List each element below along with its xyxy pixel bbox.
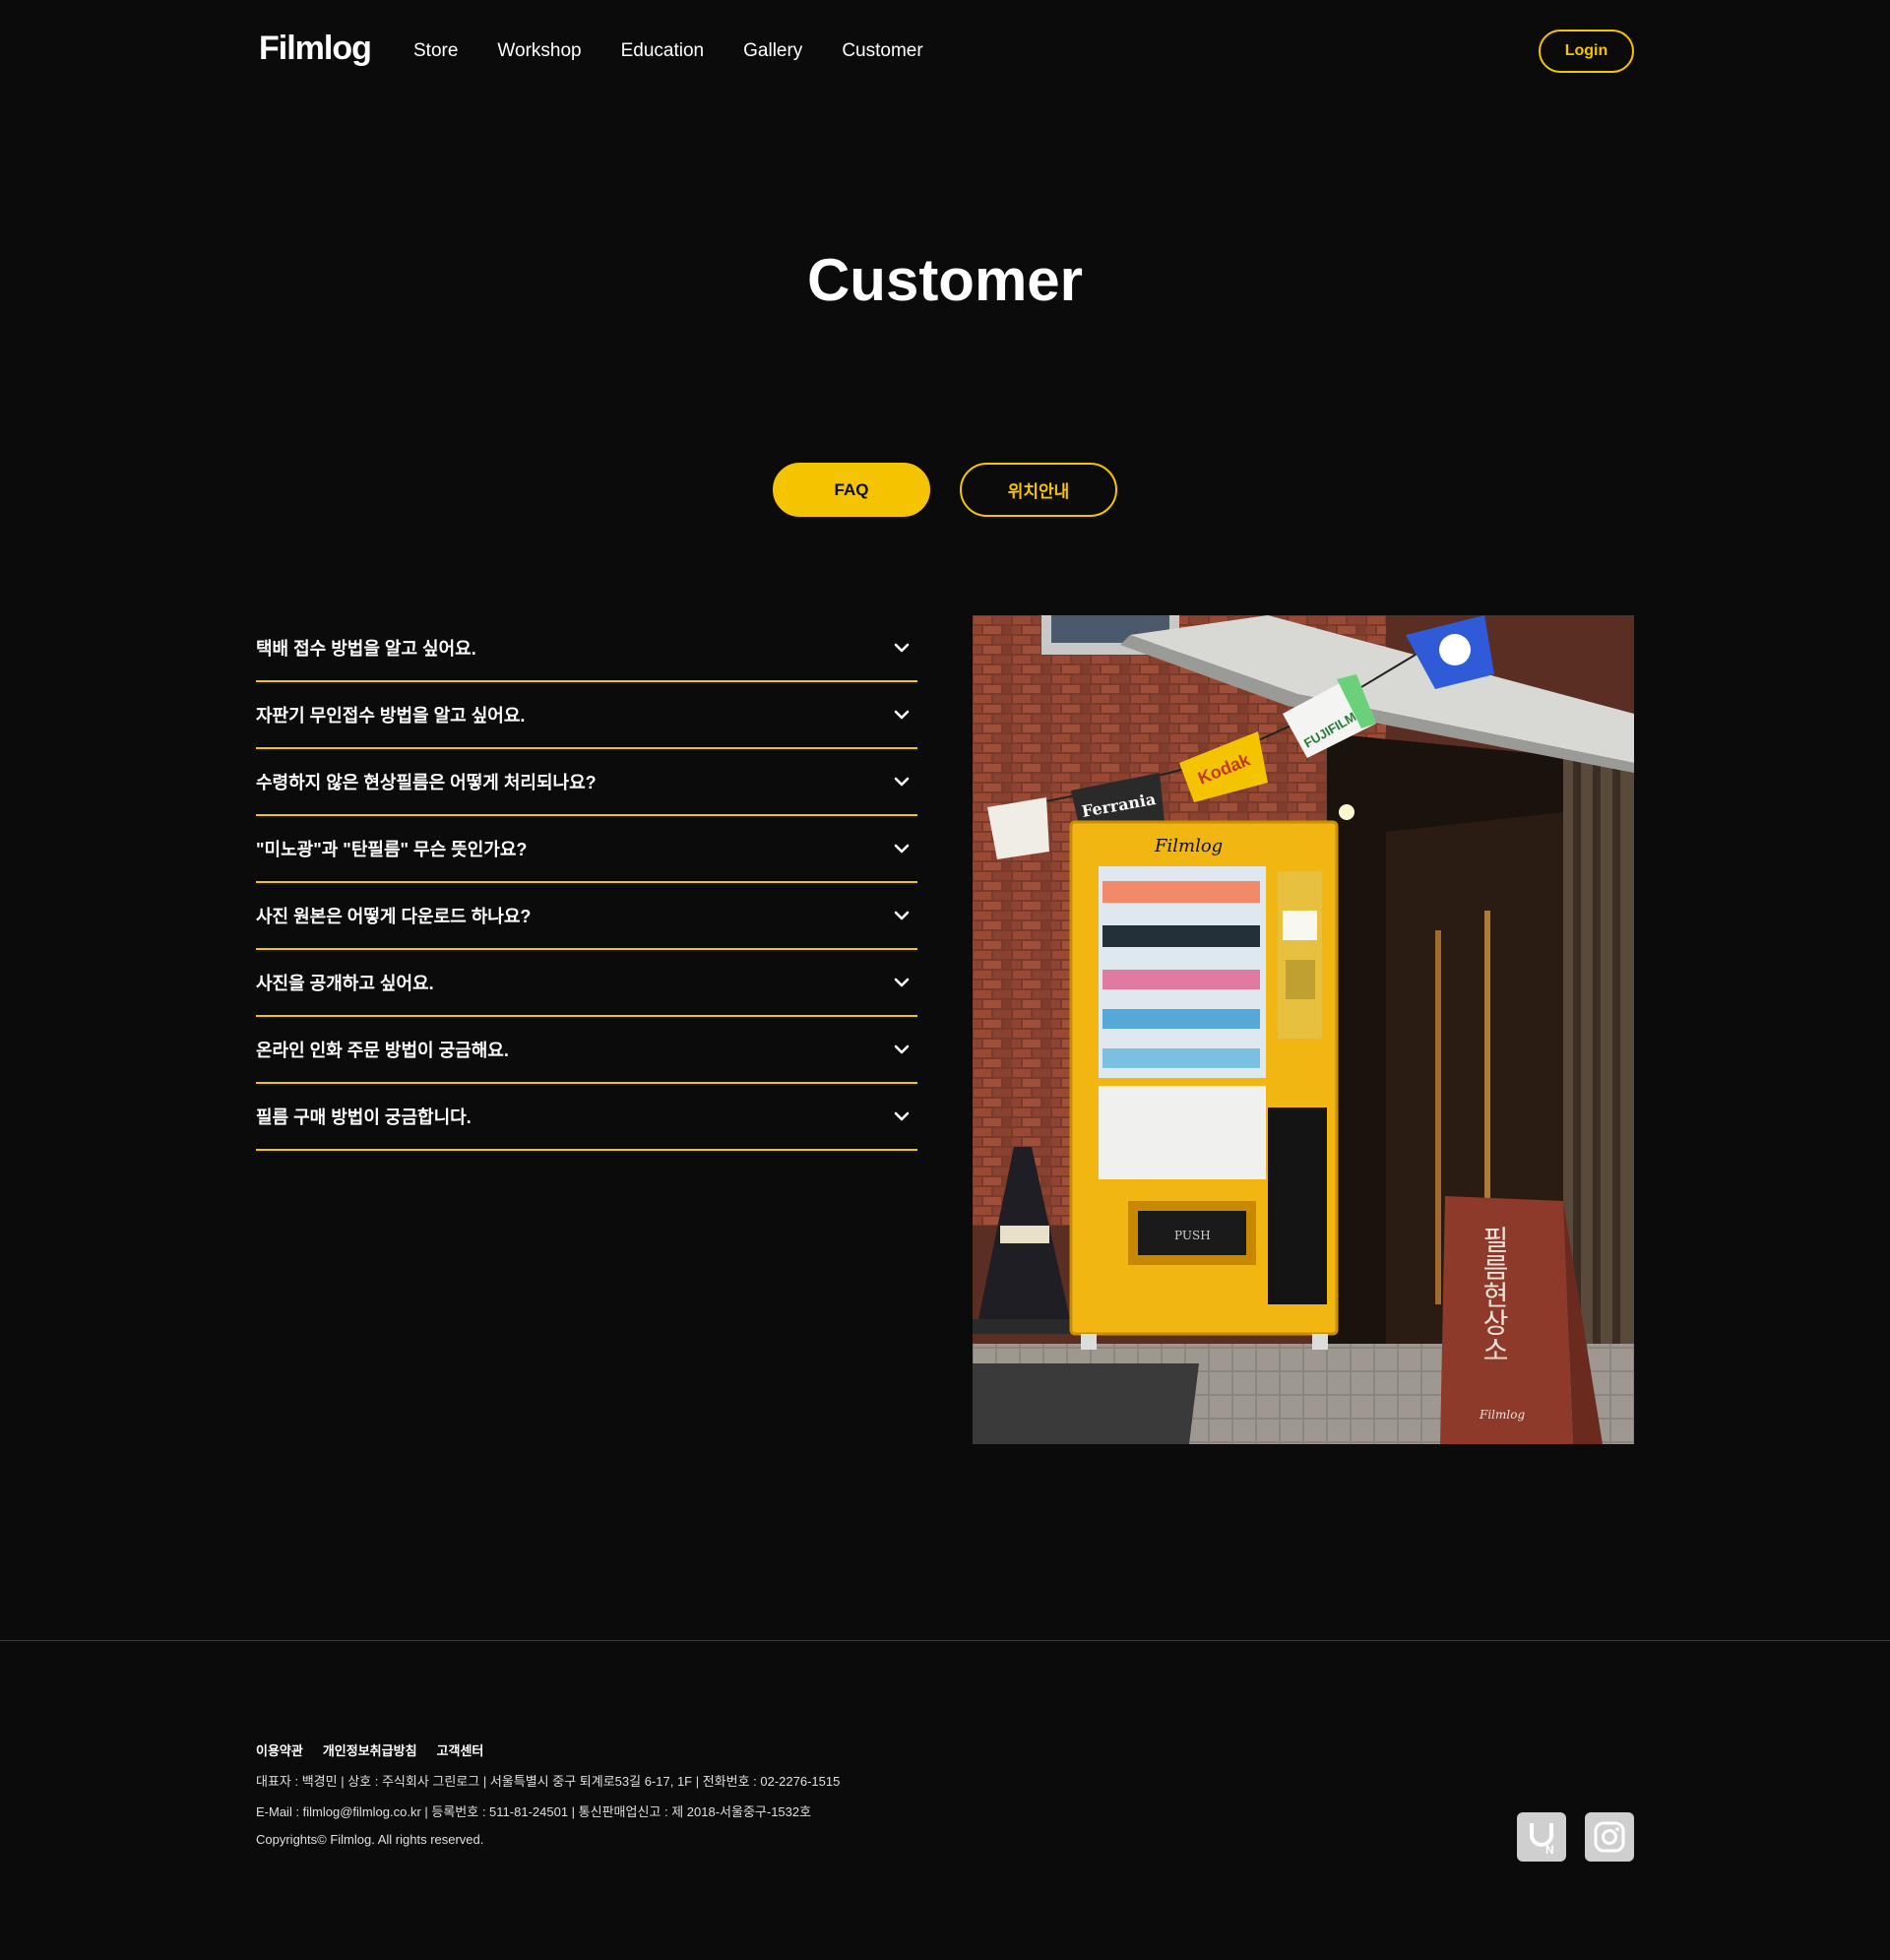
chevron-down-icon bbox=[894, 911, 910, 920]
chevron-down-icon bbox=[894, 978, 910, 987]
instagram-link[interactable] bbox=[1585, 1812, 1634, 1862]
naver-store-icon: N bbox=[1530, 1823, 1554, 1857]
faq-item[interactable]: 사진을 공개하고 싶어요. bbox=[256, 950, 917, 1017]
naver-store-link[interactable]: N bbox=[1517, 1812, 1566, 1862]
faq-question: 온라인 인화 주문 방법이 궁금해요. bbox=[256, 1041, 509, 1060]
nav-gallery[interactable]: Gallery bbox=[743, 37, 802, 65]
faq-item[interactable]: 자판기 무인접수 방법을 알고 싶어요. bbox=[256, 682, 917, 749]
chevron-down-icon bbox=[894, 710, 910, 720]
login-button[interactable]: Login bbox=[1539, 30, 1634, 73]
faq-item[interactable]: "미노광"과 "탄필름" 무슨 뜻인가요? bbox=[256, 816, 917, 883]
sign-logo: Filmlog bbox=[1479, 1408, 1525, 1422]
page-title: Customer bbox=[806, 247, 1084, 313]
faq-item[interactable]: 수령하지 않은 현상필름은 어떻게 처리되나요? bbox=[256, 749, 917, 816]
footer-link-support[interactable]: 고객센터 bbox=[437, 1740, 484, 1759]
nav-education[interactable]: Education bbox=[621, 37, 705, 65]
faq-question: 택배 접수 방법을 알고 싶어요. bbox=[256, 639, 476, 659]
chevron-down-icon bbox=[894, 844, 910, 854]
nav-store[interactable]: Store bbox=[413, 37, 458, 65]
faq-question: "미노광"과 "탄필름" 무슨 뜻인가요? bbox=[256, 840, 528, 859]
customer-tabs: FAQ 위치안내 bbox=[773, 463, 1117, 517]
nav-customer[interactable]: Customer bbox=[842, 37, 922, 65]
site-header: Filmlog Store Workshop Education Gallery… bbox=[0, 0, 1890, 102]
tab-location[interactable]: 위치안내 bbox=[960, 463, 1117, 517]
chevron-down-icon bbox=[894, 643, 910, 653]
faq-list: 택배 접수 방법을 알고 싶어요. 자판기 무인접수 방법을 알고 싶어요. 수… bbox=[256, 615, 917, 1151]
faq-question: 수령하지 않은 현상필름은 어떻게 처리되나요? bbox=[256, 773, 597, 792]
faq-question: 자판기 무인접수 방법을 알고 싶어요. bbox=[256, 706, 526, 726]
svg-text:N: N bbox=[1545, 1843, 1554, 1857]
footer-company-info: 대표자 : 백경민 | 상호 : 주식회사 그린로그 | 서울특별시 중구 퇴계… bbox=[256, 1774, 841, 1789]
main-nav: Store Workshop Education Gallery Custome… bbox=[413, 37, 923, 65]
machine-logo: Filmlog bbox=[1154, 836, 1223, 856]
instagram-icon bbox=[1594, 1821, 1625, 1853]
faq-item[interactable]: 온라인 인화 주문 방법이 궁금해요. bbox=[256, 1017, 917, 1084]
faq-question: 필름 구매 방법이 궁금합니다. bbox=[256, 1107, 472, 1127]
nav-workshop[interactable]: Workshop bbox=[497, 37, 581, 65]
push-label: PUSH bbox=[1174, 1229, 1211, 1242]
chevron-down-icon bbox=[894, 777, 910, 787]
footer-copyright: Copyrights© Filmlog. All rights reserved… bbox=[256, 1832, 484, 1847]
sign-text: 필름현상소 bbox=[1479, 1226, 1511, 1363]
footer-divider bbox=[0, 1640, 1890, 1641]
logo[interactable]: Filmlog bbox=[259, 30, 372, 68]
vending-machine-photo: Ferrania Kodak FUJIFILM Filmlog PUSH 필름현… bbox=[973, 615, 1634, 1444]
footer-contact-info: E-Mail : filmlog@filmlog.co.kr | 등록번호 : … bbox=[256, 1804, 812, 1819]
chevron-down-icon bbox=[894, 1044, 910, 1054]
chevron-down-icon bbox=[894, 1111, 910, 1121]
faq-question: 사진을 공개하고 싶어요. bbox=[256, 974, 434, 993]
faq-question: 사진 원본은 어떻게 다운로드 하나요? bbox=[256, 907, 532, 926]
faq-item[interactable]: 필름 구매 방법이 궁금합니다. bbox=[256, 1084, 917, 1151]
faq-item[interactable]: 사진 원본은 어떻게 다운로드 하나요? bbox=[256, 883, 917, 950]
footer-links: 이용약관 개인정보취급방침 고객센터 bbox=[256, 1740, 483, 1759]
tab-faq[interactable]: FAQ bbox=[773, 463, 930, 517]
faq-item[interactable]: 택배 접수 방법을 알고 싶어요. bbox=[256, 615, 917, 682]
footer-link-privacy[interactable]: 개인정보취급방침 bbox=[323, 1740, 417, 1759]
footer-link-terms[interactable]: 이용약관 bbox=[256, 1740, 303, 1759]
